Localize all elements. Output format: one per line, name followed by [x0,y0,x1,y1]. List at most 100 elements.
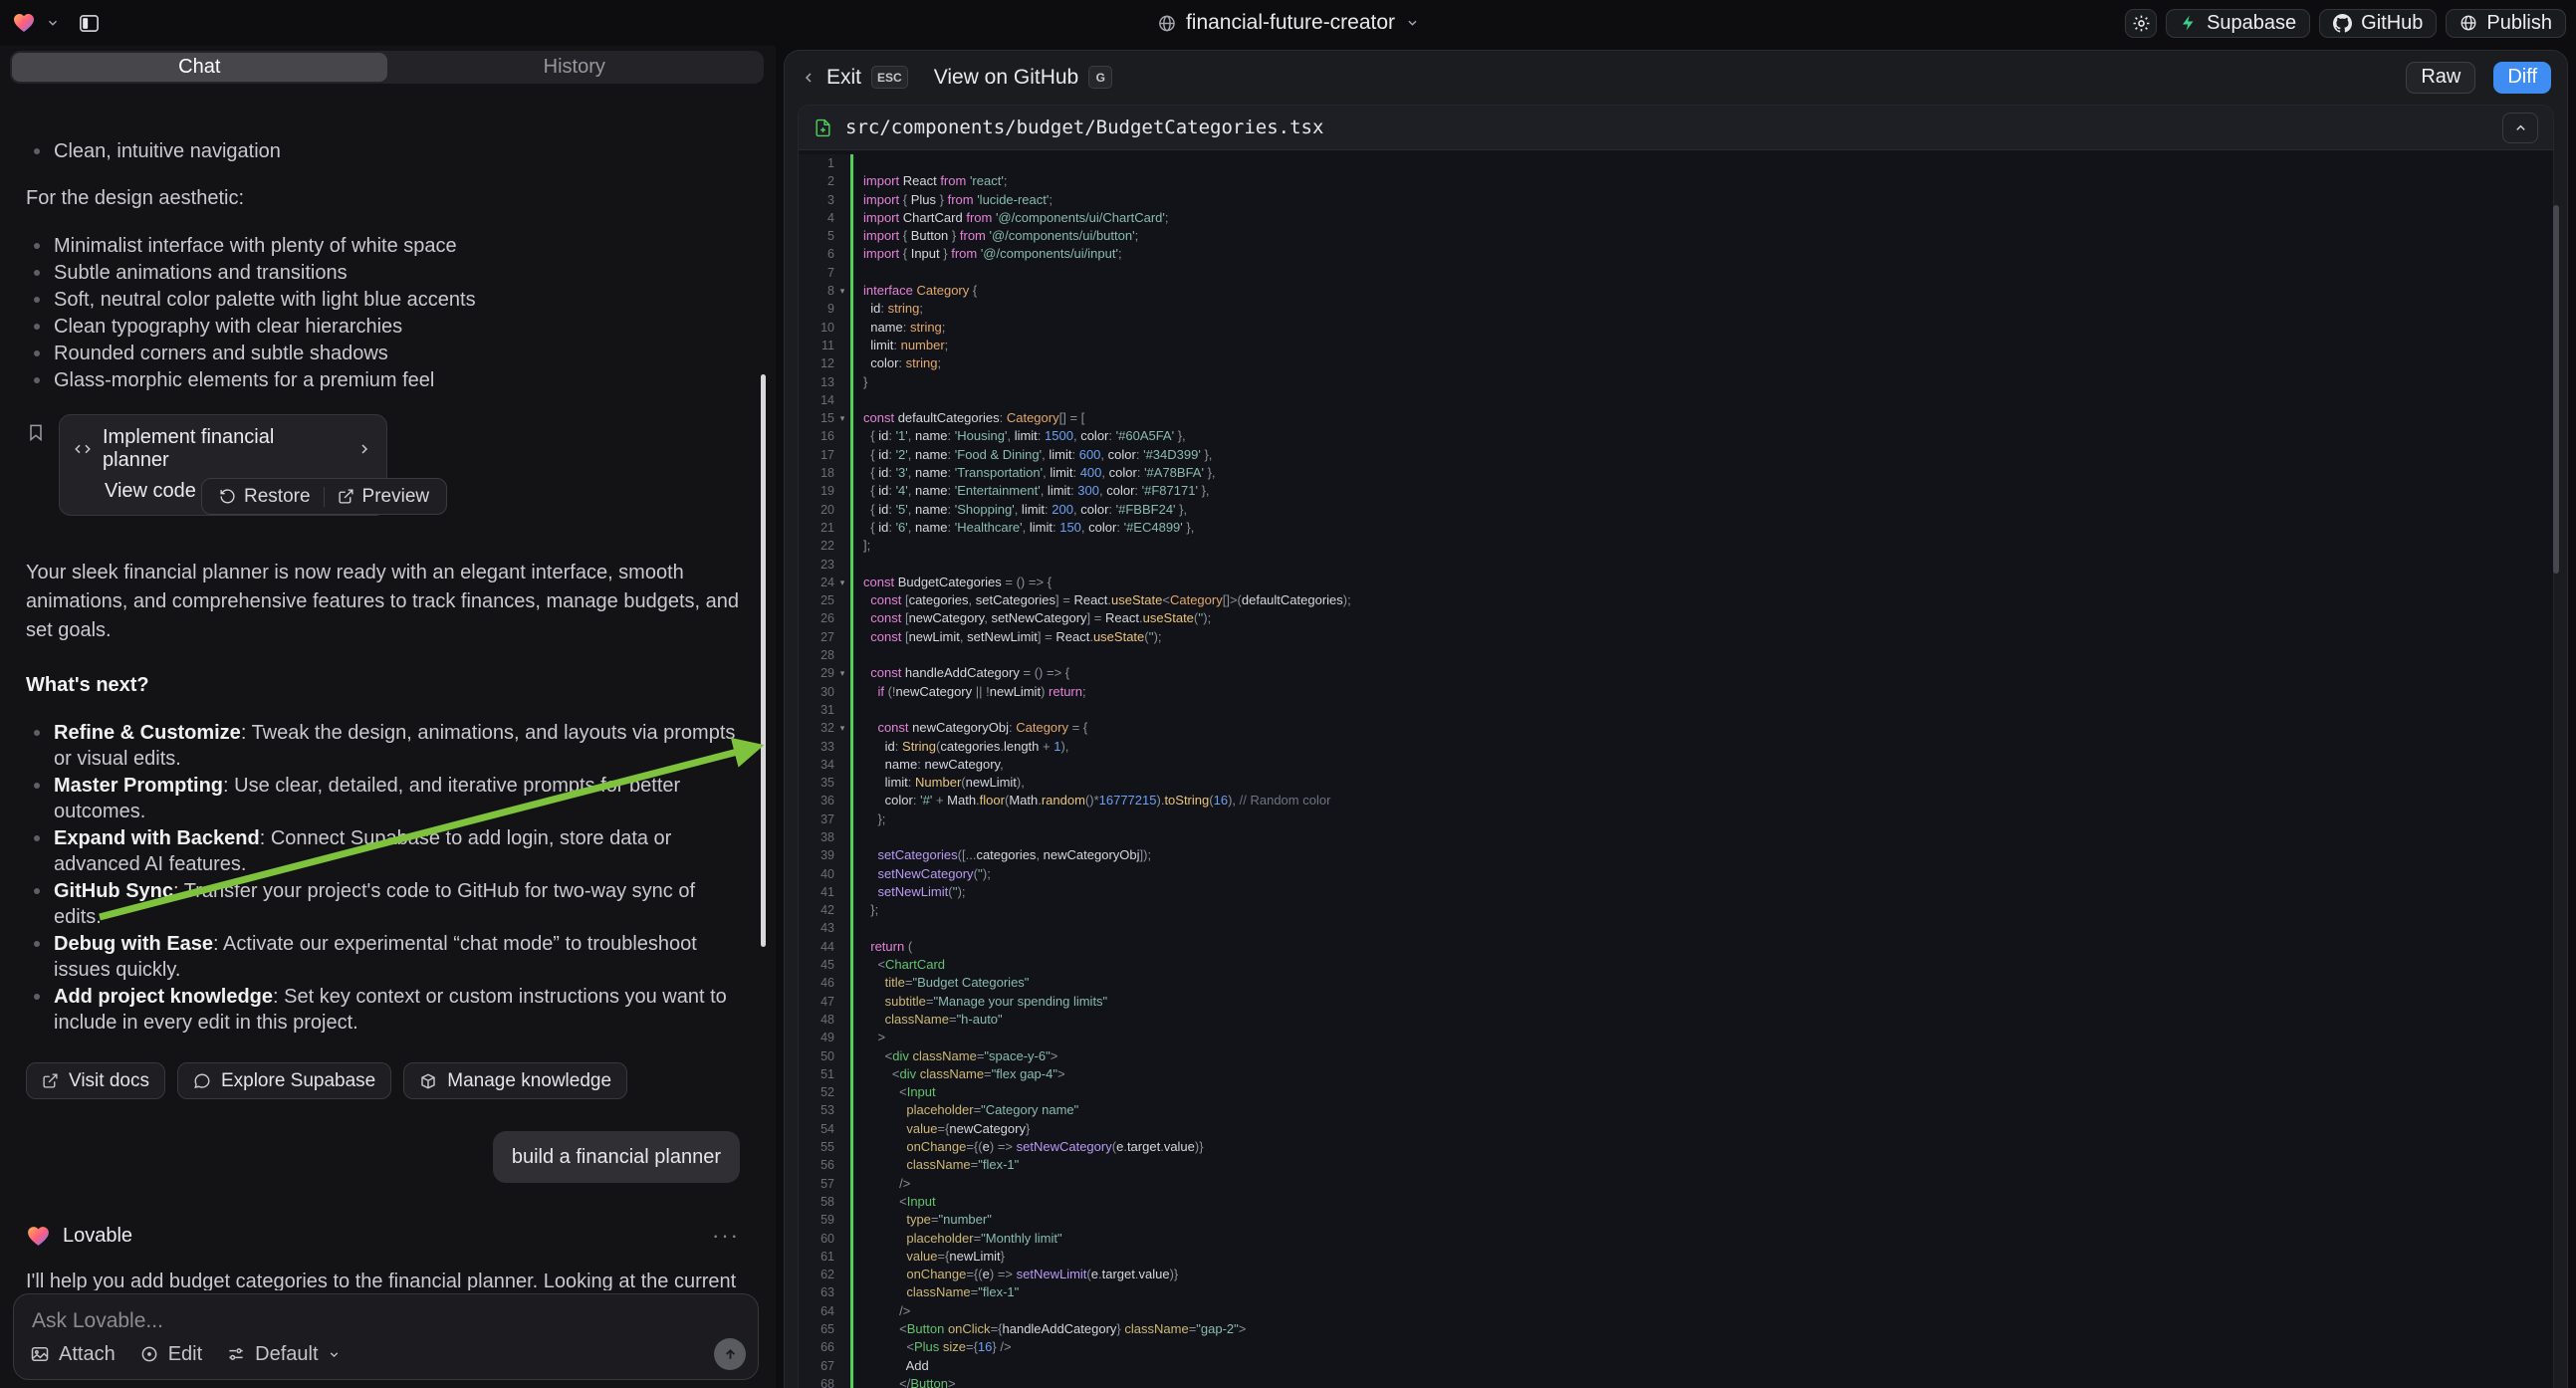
fold-chevron-icon[interactable]: ▾ [834,664,850,682]
message-menu-icon[interactable]: ··· [712,1223,740,1249]
code-line: 55 onChange={(e) => setNewCategory(e.tar… [799,1138,2553,1156]
fold-chevron-icon[interactable]: ▾ [834,719,850,737]
fold-chevron-icon[interactable]: ▾ [834,409,850,427]
edit-mode-button[interactable]: Edit [139,1343,202,1366]
fold-gutter [834,172,850,190]
code-line: 3import { Plus } from 'lucide-react'; [799,191,2553,209]
line-number: 26 [799,609,834,627]
chip-manage-knowledge[interactable]: Manage knowledge [403,1062,627,1099]
line-number: 32 [799,719,834,737]
bookmark-icon[interactable] [26,414,46,516]
panel-left-icon[interactable] [78,12,101,35]
chip-visit-docs[interactable]: Visit docs [26,1062,165,1099]
arrow-up-icon [722,1346,739,1363]
user-message-row: build a financial planner [26,1131,740,1183]
fold-gutter [834,1283,850,1301]
project-switcher[interactable]: financial-future-creator [1157,11,1419,35]
chat-scroll[interactable]: Clean, intuitive navigationFor the desig… [0,131,760,1290]
chat-bullet: Subtle animations and transitions [26,260,740,286]
chevron-down-icon[interactable] [46,16,60,30]
fold-gutter [834,846,850,864]
code-text: onChange={(e) => setNewCategory(e.target… [850,1138,2553,1156]
esc-kbd: esc [871,66,908,89]
line-number: 7 [799,264,834,282]
code-line: 13} [799,373,2553,391]
code-line: 26 const [newCategory, setNewCategory] =… [799,609,2553,627]
fold-gutter [834,482,850,500]
fold-gutter [834,974,850,992]
code-line: 47 subtitle="Manage your spending limits… [799,993,2553,1011]
fold-chevron-icon[interactable]: ▾ [834,574,850,591]
line-number: 33 [799,738,834,756]
chat-bullet: Expand with Backend: Connect Supabase to… [26,825,740,877]
code-editor[interactable]: 12import React from 'react';3import { Pl… [799,151,2553,1388]
code-text: <Button onClick={handleAddCategory} clas… [850,1320,2553,1338]
line-number: 53 [799,1101,834,1119]
pill-label: Preview [362,486,430,508]
send-button[interactable] [714,1338,746,1370]
app-window: financial-future-creator Supabase [0,0,2576,1388]
line-number: 15 [799,409,834,427]
code-text: { id: '3', name: 'Transportation', limit… [850,464,2553,482]
code-text: name: string; [850,319,2553,337]
restore-button[interactable]: Restore [206,486,324,508]
code-text: <Plus size={16} /> [850,1338,2553,1356]
diff-button[interactable]: Diff [2493,62,2551,94]
line-number: 59 [799,1211,834,1229]
line-number: 28 [799,646,834,664]
tab-history[interactable]: History [387,53,763,82]
chip-explore-supabase[interactable]: Explore Supabase [177,1062,391,1099]
code-text: Add [850,1357,2553,1375]
code-text: { id: '2', name: 'Food & Dining', limit:… [850,446,2553,464]
view-on-github-link[interactable]: View on GitHub [934,66,1079,90]
globe-icon [2459,14,2477,32]
settings-button[interactable] [2125,9,2157,38]
code-line: 20 { id: '5', name: 'Shopping', limit: 2… [799,501,2553,519]
github-button[interactable]: GitHub [2319,9,2437,38]
code-line: 24▾const BudgetCategories = () => { [799,574,2553,591]
preview-button[interactable]: Preview [325,486,443,508]
code-text: </Button> [850,1375,2553,1388]
fold-gutter [834,373,850,391]
fold-gutter [834,1138,850,1156]
code-text: title="Budget Categories" [850,974,2553,992]
attach-button[interactable]: Attach [30,1343,116,1366]
edit-card-header: Implement financial planner [74,426,372,472]
pill-label: Restore [244,486,311,508]
raw-button[interactable]: Raw [2406,62,2475,94]
fold-gutter [834,354,850,372]
lovable-logo-icon[interactable] [12,11,36,35]
code-text: const defaultCategories: Category[] = [ [850,409,2553,427]
chat-input[interactable] [30,1308,529,1334]
edit-card-title: Implement financial planner [103,426,346,472]
publish-button[interactable]: Publish [2446,9,2566,38]
exit-button[interactable]: Exit [826,66,861,90]
code-line: 14 [799,391,2553,409]
model-selector[interactable]: Default [226,1343,340,1366]
code-line: 56 className="flex-1" [799,1156,2553,1174]
code-text: onChange={(e) => setNewLimit(e.target.va… [850,1266,2553,1283]
quick-action-chips: Visit docs Explore Supabase Manage knowled… [26,1062,740,1099]
fold-gutter [834,464,850,482]
fold-chevron-icon[interactable]: ▾ [834,282,850,300]
line-number: 8 [799,282,834,300]
code-text: { id: '5', name: 'Shopping', limit: 200,… [850,501,2553,519]
line-number: 43 [799,919,834,937]
code-scrollbar[interactable] [2553,205,2559,574]
code-line: 39 setCategories([...categories, newCate… [799,846,2553,864]
code-line: 15▾const defaultCategories: Category[] =… [799,409,2553,427]
supabase-button[interactable]: Supabase [2166,9,2310,38]
line-number: 21 [799,519,834,537]
chat-heading: What's next? [26,671,740,700]
code-line: 10 name: string; [799,319,2553,337]
code-line: 45 <ChartCard [799,956,2553,974]
collapse-file-button[interactable] [2502,113,2538,143]
code-text: <Input [850,1083,2553,1101]
chat-scrollbar[interactable] [761,374,766,947]
code-text: /> [850,1302,2553,1320]
fold-gutter [834,1083,850,1101]
tab-chat[interactable]: Chat [12,53,387,82]
file-header[interactable]: src/components/budget/BudgetCategories.t… [799,106,2553,150]
code-text: className="flex-1" [850,1283,2553,1301]
chat-bullet: Soft, neutral color palette with light b… [26,287,740,313]
